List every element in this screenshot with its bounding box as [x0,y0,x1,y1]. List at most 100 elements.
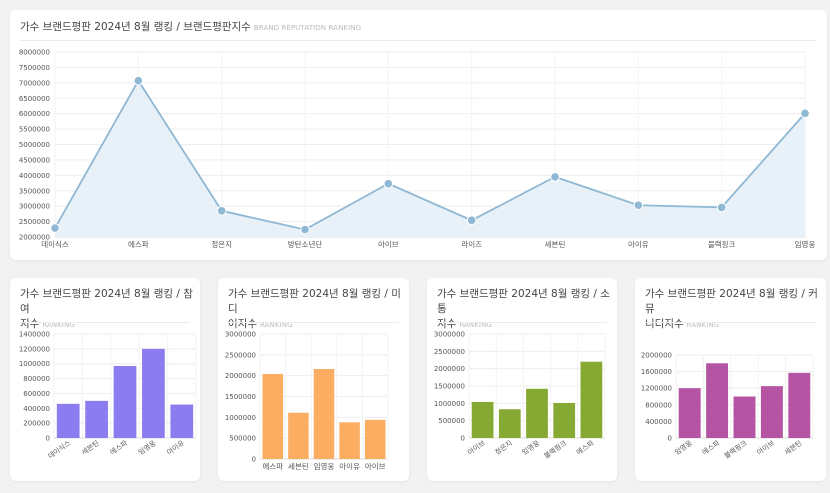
community-bar [706,363,729,438]
community-xtick-label: 아이브 [755,438,776,457]
media-bar-chart: 3000000 2500000 2000000 1500000 1000000 50000… [225,331,389,471]
media-bar [364,419,386,459]
communication-xtick-label: 블랙핑크 [542,438,569,460]
main-xtick-label: 방탄소년단 [288,239,323,249]
media-ytick-label: 2500000 [225,351,256,359]
participation-xtick-label: 에스파 [108,438,129,457]
main-xtick-label: 임영웅 [795,239,816,249]
community-bar-chart: 2000000 1600000 1200000 800000 400000 0임영웅 에스파… [641,352,814,460]
communication-xtick-label: 임영웅 [520,438,541,457]
main-xtick-label: 라이즈 [461,239,482,249]
main-area-fill [55,80,805,237]
participation-ytick-label: 1400000 [19,331,50,339]
main-xtick-label: 데이식스 [41,239,69,249]
community-ytick-label: 1200000 [641,385,672,393]
participation-bar [85,400,108,438]
communication-chart-card: 가수 브랜드평판 2024년 8월 랭킹 / 소통 지수 RANKING 3000… [427,278,617,481]
main-ytick-label: 3000000 [19,203,50,211]
communication-ytick-label: 1500000 [434,383,465,391]
communication-xtick-label: 아이브 [466,438,487,457]
media-ytick-label: 1500000 [225,393,256,401]
main-ytick-label: 4500000 [19,156,50,164]
media-ytick-label: 2000000 [225,372,256,380]
main-ytick-label: 6000000 [19,110,50,118]
participation-bar [170,404,194,438]
participation-ytick-label: 600000 [23,390,50,398]
main-xtick-label: 아이브 [378,239,399,249]
communication-ytick-label: 2000000 [434,365,465,373]
participation-chart-card: 가수 브랜드평판 2024년 8월 랭킹 / 참여 지수 RANKING 1400… [10,278,200,481]
communication-bar [553,402,576,438]
media-bar [339,422,360,459]
participation-bar [142,348,165,438]
participation-ytick-label: 200000 [23,420,50,428]
communication-xtick-label: 정은지 [493,438,514,456]
communication-bar [526,388,548,438]
main-data-point [300,224,310,235]
community-xtick-label: 에스파 [700,438,721,457]
community-ytick-label: 400000 [645,418,672,426]
communication-ytick-label: 1000000 [434,400,465,408]
main-ytick-label: 5500000 [19,126,50,134]
communication-bar-chart: 3000000 2500000 2000000 1500000 1000000 50000… [434,331,606,460]
participation-xtick-label: 데이식스 [46,438,73,460]
media-xtick-label: 세븐틴 [288,461,309,471]
participation-bar [56,403,80,438]
main-data-point [550,172,560,182]
main-data-point [216,205,227,216]
main-chart-card: 가수 브랜드평판 2024년 8월 랭킹 / 브랜드평판지수 BRAND REPU… [10,10,827,260]
main-ytick-label: 3500000 [19,187,50,195]
participation-xtick-label: 임영웅 [137,438,158,457]
community-bar [788,372,811,438]
media-ytick-label: 1000000 [225,414,256,422]
main-data-point [466,215,477,226]
media-xtick-label: 에스파 [262,462,283,471]
media-bar [313,369,335,459]
communication-bar [498,409,521,438]
communication-xtick-label: 에스파 [575,438,596,457]
main-data-point [716,202,727,213]
community-ytick-label: 800000 [645,401,672,409]
main-xtick-label: 세븐틴 [545,239,566,249]
participation-xtick-label: 아이유 [165,438,186,457]
main-xtick-label: 아이유 [628,239,649,249]
main-ytick-label: 5000000 [19,141,50,149]
media-ytick-label: 3000000 [225,331,256,339]
main-ytick-label: 7500000 [19,64,50,72]
community-xtick-label: 세븐틴 [782,438,803,456]
media-xtick-label: 아이브 [365,461,386,471]
community-bar [733,396,756,438]
media-ytick-label: 0 [252,456,256,464]
communication-ytick-label: 3000000 [434,331,465,339]
community-ytick-label: 0 [668,435,672,443]
communication-ytick-label: 500000 [438,417,465,425]
media-bar [262,374,284,459]
community-xtick-label: 블랙핑크 [722,438,749,460]
participation-ytick-label: 800000 [23,375,50,383]
participation-ytick-label: 1200000 [19,345,50,353]
main-xtick-label: 블랙핑크 [708,239,736,249]
communication-bar [471,401,494,438]
main-ytick-label: 4000000 [19,172,50,180]
media-xtick-label: 아이유 [339,461,360,471]
main-data-point [800,108,810,119]
media-xtick-label: 임영웅 [314,461,335,471]
communication-ytick-label: 2500000 [434,348,465,356]
main-ytick-label: 8000000 [19,49,50,57]
community-chart-card: 가수 브랜드평판 2024년 8월 랭킹 / 커뮤 니티지수 RANKING 20… [635,278,826,481]
community-bar [760,386,783,438]
participation-xtick-label: 세븐틴 [80,438,101,456]
community-ytick-label: 2000000 [641,352,672,360]
communication-bar [580,361,603,438]
communication-ytick-label: 0 [461,435,465,443]
community-ytick-label: 1600000 [641,368,672,376]
main-data-point [50,223,60,233]
media-chart-card: 가수 브랜드평판 2024년 8월 랭킹 / 미디 어지수 RANKING 300… [218,278,409,481]
community-bar [678,388,701,438]
main-ytick-label: 2500000 [19,218,50,226]
main-data-point [633,200,644,211]
community-xtick-label: 임영웅 [673,438,694,457]
main-area-chart: 8000000 7500000 7000000 6500000 6000000 55000… [19,49,816,250]
media-ytick-label: 500000 [229,435,256,443]
participation-ytick-label: 400000 [23,405,50,413]
